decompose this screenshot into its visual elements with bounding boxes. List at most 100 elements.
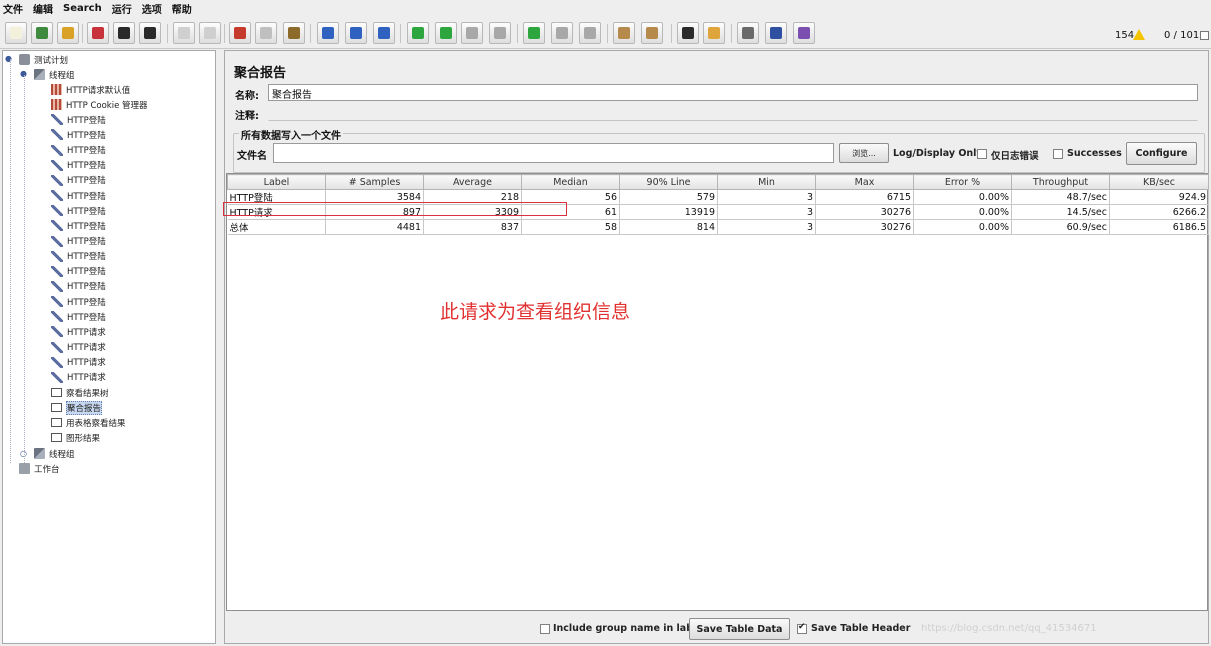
browse-button[interactable]: 浏览... xyxy=(839,143,889,163)
cut-icon[interactable] xyxy=(229,22,251,44)
shutdown-icon[interactable] xyxy=(489,22,511,44)
function-helper-icon[interactable] xyxy=(737,22,759,44)
log-viewer-icon[interactable] xyxy=(793,22,815,44)
column-header[interactable]: Throughput xyxy=(1011,174,1110,190)
tree-node-sampler[interactable]: HTTP登陆 xyxy=(51,219,106,232)
menu-item[interactable]: 编辑 xyxy=(33,1,53,16)
column-header[interactable]: 90% Line xyxy=(619,174,718,190)
tree-node-label: HTTP登陆 xyxy=(67,146,106,157)
tree-node-workbench[interactable]: 工作台 xyxy=(19,462,60,475)
include-group-checkbox[interactable] xyxy=(540,624,550,634)
test-plan-tree[interactable]: ● 测试计划 ● 线程组 HTTP请求默认值 HTTP Cookie 管理器 HTTP登陆 H… xyxy=(2,50,216,644)
tree-node-sampler[interactable]: HTTP登陆 xyxy=(51,250,106,263)
start-icon[interactable] xyxy=(407,22,429,44)
tree-node-sampler[interactable]: HTTP登陆 xyxy=(51,235,106,248)
comment-field[interactable] xyxy=(268,104,1198,121)
sampler-icon xyxy=(51,190,63,202)
column-header[interactable]: Error % xyxy=(913,174,1012,190)
listener-icon xyxy=(51,418,62,428)
tree-node-label: 线程组 xyxy=(49,449,75,460)
tree-node-sampler[interactable]: HTTP登陆 xyxy=(51,265,106,278)
collapse-icon[interactable] xyxy=(345,22,367,44)
save-header-checkbox[interactable] xyxy=(797,622,807,634)
clear-all-icon[interactable] xyxy=(641,22,663,44)
menu-item[interactable]: 选项 xyxy=(142,1,162,16)
remote-stop-icon[interactable] xyxy=(551,22,573,44)
tree-node-thread-group[interactable]: 线程组 xyxy=(34,447,75,460)
highlight-box xyxy=(223,202,567,216)
tree-node-config[interactable]: HTTP请求默认值 xyxy=(51,83,130,96)
column-header[interactable]: KB/sec xyxy=(1109,174,1209,190)
stop-icon[interactable] xyxy=(461,22,483,44)
tree-node-sampler[interactable]: HTTP登陆 xyxy=(51,204,106,217)
toolbar-separator xyxy=(224,24,225,43)
remote-start-icon[interactable] xyxy=(523,22,545,44)
save-as-icon[interactable] xyxy=(139,22,161,44)
tree-node-label: HTTP登陆 xyxy=(67,221,106,232)
table-row[interactable]: 总体 4481 837 58 814 3 30276 0.00% 60.9/sec 6186.5 xyxy=(227,219,1209,235)
sampler-icon xyxy=(51,280,63,292)
tree-node-listener[interactable]: 察看结果树 xyxy=(51,386,109,399)
expand-icon[interactable] xyxy=(317,22,339,44)
filename-input[interactable] xyxy=(273,143,834,163)
copy-icon[interactable] xyxy=(255,22,277,44)
table-cell: 14.5/sec xyxy=(1011,204,1110,220)
undo-icon[interactable] xyxy=(173,22,195,44)
templates-icon[interactable] xyxy=(31,22,53,44)
name-field[interactable]: 聚合报告 xyxy=(268,84,1198,101)
redo-icon[interactable] xyxy=(199,22,221,44)
column-header[interactable]: Label xyxy=(227,174,326,190)
toolbar-separator xyxy=(731,24,732,43)
column-header[interactable]: # Samples xyxy=(325,174,424,190)
tree-node-listener[interactable]: 图形结果 xyxy=(51,431,100,444)
paste-icon[interactable] xyxy=(283,22,305,44)
tree-node-sampler[interactable]: HTTP登陆 xyxy=(51,113,106,126)
close-icon[interactable] xyxy=(87,22,109,44)
menu-item[interactable]: 帮助 xyxy=(172,1,192,16)
results-table-container[interactable]: Label # Samples Average Median 90% Line Min Ma… xyxy=(226,173,1209,611)
start-no-pause-icon[interactable] xyxy=(435,22,457,44)
reset-search-icon[interactable] xyxy=(703,22,725,44)
menu-item[interactable]: Search xyxy=(63,3,102,14)
tree-node-label: HTTP Cookie 管理器 xyxy=(66,100,148,111)
save-icon[interactable] xyxy=(113,22,135,44)
menu-item[interactable]: 运行 xyxy=(112,1,132,16)
toggle-icon[interactable] xyxy=(373,22,395,44)
column-header[interactable]: Min xyxy=(717,174,816,190)
tree-node-sampler[interactable]: HTTP登陆 xyxy=(51,159,106,172)
tree-node-sampler[interactable]: HTTP请求 xyxy=(51,356,106,369)
tree-node-sampler[interactable]: HTTP请求 xyxy=(51,341,106,354)
open-icon[interactable] xyxy=(57,22,79,44)
tree-node-sampler[interactable]: HTTP登陆 xyxy=(51,189,106,202)
tree-node-sampler[interactable]: HTTP登陆 xyxy=(51,310,106,323)
tree-node-test-plan[interactable]: 测试计划 xyxy=(19,53,68,66)
tree-node-sampler[interactable]: HTTP登陆 xyxy=(51,295,106,308)
tree-node-sampler[interactable]: HTTP登陆 xyxy=(51,174,106,187)
errors-only-checkbox[interactable] xyxy=(977,149,987,159)
tree-node-sampler[interactable]: HTTP登陆 xyxy=(51,280,106,293)
help-icon[interactable] xyxy=(765,22,787,44)
tree-node-label: HTTP登陆 xyxy=(67,115,106,126)
successes-checkbox[interactable] xyxy=(1053,149,1063,159)
tree-node-thread-group[interactable]: 线程组 xyxy=(34,68,75,81)
search-icon[interactable] xyxy=(677,22,699,44)
tree-node-sampler[interactable]: HTTP登陆 xyxy=(51,128,106,141)
log-toggle-icon[interactable] xyxy=(1200,31,1209,40)
remote-shutdown-icon[interactable] xyxy=(579,22,601,44)
new-icon[interactable] xyxy=(5,22,27,44)
save-table-data-button[interactable]: Save Table Data xyxy=(689,618,790,640)
tree-node-sampler[interactable]: HTTP请求 xyxy=(51,371,106,384)
sampler-icon xyxy=(51,114,63,126)
column-header[interactable]: Max xyxy=(815,174,914,190)
save-header-label: Save Table Header xyxy=(811,623,911,634)
tree-node-sampler[interactable]: HTTP请求 xyxy=(51,325,106,338)
column-header[interactable]: Median xyxy=(521,174,620,190)
menu-item[interactable]: 文件 xyxy=(3,1,23,16)
tree-node-listener[interactable]: 聚合报告 xyxy=(51,400,103,415)
configure-button[interactable]: Configure xyxy=(1126,142,1197,165)
column-header[interactable]: Average xyxy=(423,174,522,190)
clear-icon[interactable] xyxy=(613,22,635,44)
tree-node-sampler[interactable]: HTTP登陆 xyxy=(51,144,106,157)
tree-node-listener[interactable]: 用表格察看结果 xyxy=(51,416,126,429)
tree-node-config[interactable]: HTTP Cookie 管理器 xyxy=(51,98,148,111)
